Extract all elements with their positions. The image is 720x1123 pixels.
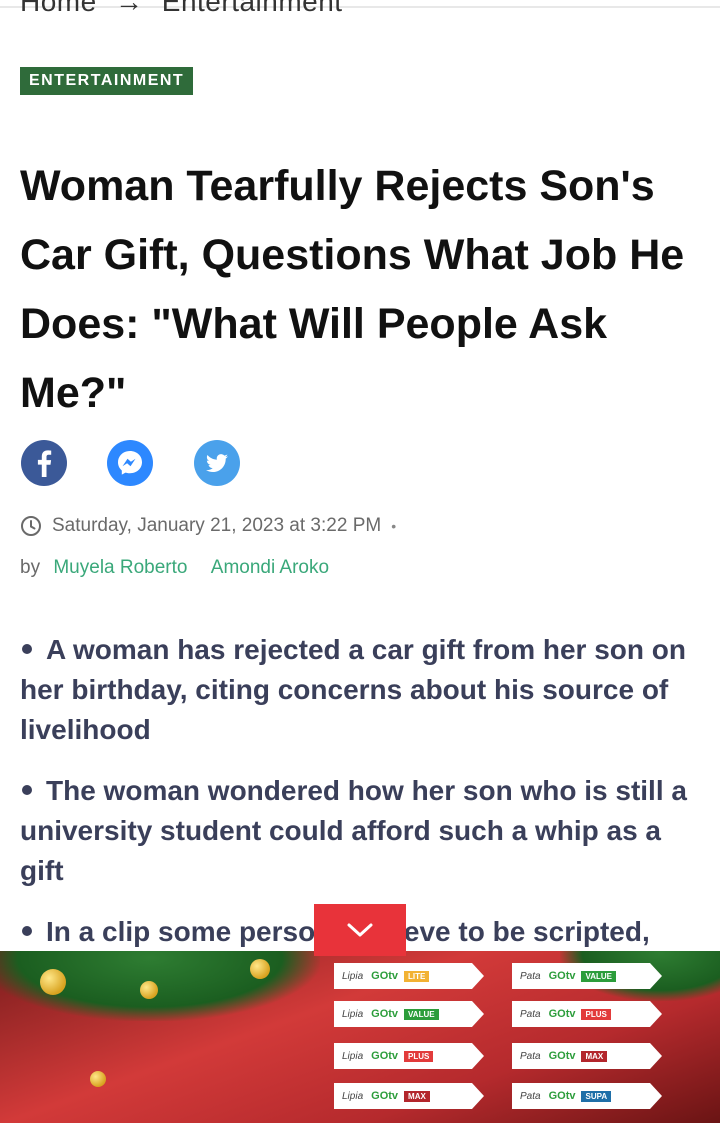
author-link[interactable]: Muyela Roberto — [53, 557, 187, 578]
ad-offer-brand: GOtv — [548, 970, 576, 982]
ad-offer-pill: Lipia GOtv VALUE — [334, 1001, 484, 1027]
bullet-dot — [22, 785, 32, 796]
author-link[interactable]: Amondi Aroko — [211, 557, 329, 578]
ad-ornament — [250, 959, 270, 979]
breadcrumb: Home → Entertainment — [20, 0, 353, 18]
ad-offer-pill: Pata GOtv SUPA — [512, 1083, 662, 1109]
messenger-share-button[interactable] — [107, 440, 153, 486]
ad-offer-tier: VALUE — [404, 1008, 439, 1020]
ad-ornament — [90, 1071, 106, 1087]
chevron-down-icon — [347, 923, 373, 937]
meta-separator: • — [391, 518, 397, 534]
ad-offer-tier: MAX — [581, 1050, 608, 1062]
facebook-icon — [21, 440, 67, 486]
ad-offer-pill: Lipia GOtv MAX — [334, 1083, 484, 1109]
publish-date-text: Saturday, January 21, 2023 at 3:22 PM — [52, 515, 382, 536]
clock-icon — [21, 516, 41, 536]
publish-date: Saturday, January 21, 2023 at 3:22 PM • — [20, 515, 396, 537]
ad-offer-prefix: Pata — [520, 1008, 541, 1020]
ad-offer-brand: GOtv — [548, 1050, 576, 1062]
advertisement-banner[interactable]: Lipia GOtv LITE Lipia GOtv VALUE Lipia GOtv PL… — [0, 951, 720, 1123]
breadcrumb-section[interactable]: Entertainment — [162, 0, 343, 17]
article-headline: Woman Tearfully Rejects Son's Car Gift, … — [20, 162, 685, 417]
ad-offer-tier: LITE — [404, 970, 430, 982]
ad-offer-prefix: Lipia — [342, 1090, 364, 1102]
ad-offer-tier: MAX — [404, 1090, 430, 1102]
ad-ornament — [140, 981, 158, 999]
ad-offer-prefix: Lipia — [342, 1050, 364, 1062]
ad-offer-brand: GOtv — [371, 970, 399, 982]
ad-offer-prefix: Pata — [520, 1090, 541, 1102]
ad-ornament — [40, 969, 66, 995]
ad-offer-pill: Lipia GOtv PLUS — [334, 1043, 484, 1069]
twitter-icon — [194, 440, 240, 486]
ad-offer-prefix: Lipia — [342, 970, 364, 982]
breadcrumb-arrow: → — [114, 0, 144, 17]
bullet-dot — [22, 644, 32, 655]
breadcrumb-home[interactable]: Home — [20, 0, 97, 17]
ad-offer-pill: Pata GOtv MAX — [512, 1043, 662, 1069]
facebook-share-button[interactable] — [21, 440, 67, 486]
twitter-share-button[interactable] — [194, 440, 240, 486]
key-point: The woman wondered how her son who is st… — [20, 771, 710, 891]
key-point: A woman has rejected a car gift from her… — [20, 630, 710, 750]
messenger-icon — [107, 440, 153, 486]
ad-offer-tier: VALUE — [581, 970, 617, 982]
ad-offer-tier: PLUS — [581, 1008, 611, 1020]
key-point-text: A woman has rejected a car gift from her… — [20, 634, 686, 745]
bullet-dot — [22, 926, 32, 937]
collapse-ad-button[interactable] — [314, 904, 406, 956]
ad-offer-panel: Lipia GOtv LITE Lipia GOtv VALUE Lipia GOtv PL… — [334, 963, 666, 1113]
ad-offer-brand: GOtv — [548, 1090, 576, 1102]
byline: by Muyela Roberto Amondi Aroko — [20, 557, 339, 579]
ad-offer-prefix: Pata — [520, 1050, 541, 1062]
category-tag[interactable]: ENTERTAINMENT — [20, 67, 194, 95]
ad-offer-prefix: Pata — [520, 970, 541, 982]
ad-offer-brand: GOtv — [371, 1050, 399, 1062]
ad-offer-tier: SUPA — [581, 1090, 612, 1102]
ad-offer-brand: GOtv — [371, 1090, 399, 1102]
ad-offer-pill: Pata GOtv PLUS — [512, 1001, 662, 1027]
ad-offer-brand: GOtv — [371, 1008, 399, 1020]
ad-offer-prefix: Lipia — [342, 1008, 364, 1020]
ad-offer-pill: Pata GOtv VALUE — [512, 963, 662, 989]
ad-offer-brand: GOtv — [548, 1008, 576, 1020]
ad-offer-tier: PLUS — [404, 1050, 434, 1062]
byline-prefix: by — [20, 557, 41, 578]
key-point-text: The woman wondered how her son who is st… — [20, 775, 687, 886]
ad-offer-pill: Lipia GOtv LITE — [334, 963, 484, 989]
